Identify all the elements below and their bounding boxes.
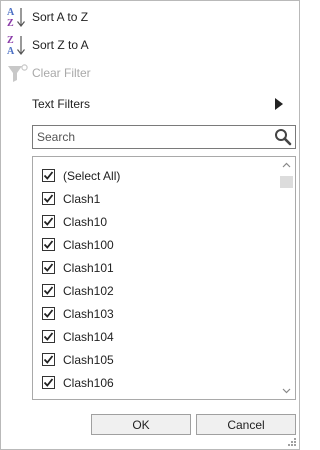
list-item-label: Clash10: [63, 214, 108, 229]
scroll-down-icon[interactable]: [278, 382, 295, 399]
list-item-select-all[interactable]: (Select All): [33, 164, 277, 187]
checkmark-icon: [43, 171, 54, 180]
checkbox[interactable]: [42, 238, 55, 251]
sort-descending-icon: Z A: [7, 35, 25, 57]
checkmark-icon: [43, 194, 54, 203]
checkbox[interactable]: [42, 261, 55, 274]
list-item-label: (Select All): [63, 168, 121, 183]
sort-ascending-icon: A Z: [7, 7, 25, 29]
checkbox[interactable]: [42, 215, 55, 228]
list-item-label: Clash105: [63, 352, 114, 367]
text-filters-label: Text Filters: [32, 97, 91, 111]
filter-values-list[interactable]: (Select All) Clash1 Clash10 Clash100 Cla…: [32, 156, 296, 400]
list-item-label: Clash1: [63, 191, 101, 206]
filter-dropdown-panel: A Z Sort A to Z Z A Sort Z to A Clear Fi…: [0, 0, 300, 450]
list-item-label: Clash100: [63, 237, 114, 252]
svg-text:Z: Z: [7, 18, 14, 29]
checkmark-icon: [43, 309, 54, 318]
list-item-label: Clash103: [63, 306, 114, 321]
list-item[interactable]: Clash102: [33, 279, 277, 302]
list-item[interactable]: Clash10: [33, 210, 277, 233]
checkmark-icon: [43, 355, 54, 364]
checkbox[interactable]: [42, 307, 55, 320]
clear-filter-label: Clear Filter: [32, 66, 91, 80]
svg-text:A: A: [7, 7, 15, 18]
checkbox[interactable]: [42, 376, 55, 389]
list-item-label: Clash101: [63, 260, 114, 275]
list-item-label: Clash106: [63, 375, 114, 390]
list-scrollbar[interactable]: [278, 157, 295, 399]
checkbox[interactable]: [42, 192, 55, 205]
list-item-label: Clash104: [63, 329, 114, 344]
list-item[interactable]: Clash101: [33, 256, 277, 279]
clear-filter-item[interactable]: Clear Filter: [1, 59, 299, 87]
list-item[interactable]: Clash105: [33, 348, 277, 371]
cancel-button[interactable]: Cancel: [196, 414, 296, 435]
checkmark-icon: [43, 263, 54, 272]
search-field[interactable]: [32, 125, 296, 149]
checkmark-icon: [43, 286, 54, 295]
clear-filter-icon: [8, 64, 28, 82]
sort-a-to-z-label: Sort A to Z: [32, 10, 89, 24]
list-item-label: Clash102: [63, 283, 114, 298]
checkbox[interactable]: [42, 353, 55, 366]
list-item[interactable]: Clash103: [33, 302, 277, 325]
svg-text:A: A: [7, 46, 15, 57]
resize-grip-icon[interactable]: [287, 437, 297, 447]
text-filters-item[interactable]: Text Filters: [1, 90, 299, 118]
list-item[interactable]: Clash100: [33, 233, 277, 256]
checkbox[interactable]: [42, 169, 55, 182]
sort-z-to-a-label: Sort Z to A: [32, 38, 89, 52]
list-item[interactable]: Clash104: [33, 325, 277, 348]
list-item[interactable]: Clash106: [33, 371, 277, 394]
checkmark-icon: [43, 217, 54, 226]
search-input[interactable]: [33, 126, 271, 148]
search-icon[interactable]: [274, 128, 292, 146]
sort-z-to-a-item[interactable]: Z A Sort Z to A: [1, 31, 299, 59]
ok-button[interactable]: OK: [91, 414, 191, 435]
chevron-right-icon: [275, 98, 283, 110]
checkmark-icon: [43, 332, 54, 341]
sort-a-to-z-item[interactable]: A Z Sort A to Z: [1, 3, 299, 31]
checkbox[interactable]: [42, 284, 55, 297]
scrollbar-thumb[interactable]: [280, 176, 293, 188]
checkbox[interactable]: [42, 330, 55, 343]
checkmark-icon: [43, 378, 54, 387]
scroll-up-icon[interactable]: [278, 157, 295, 174]
list-item[interactable]: Clash1: [33, 187, 277, 210]
checkmark-icon: [43, 240, 54, 249]
list-items-container: (Select All) Clash1 Clash10 Clash100 Cla…: [33, 157, 277, 394]
svg-text:Z: Z: [7, 35, 14, 46]
